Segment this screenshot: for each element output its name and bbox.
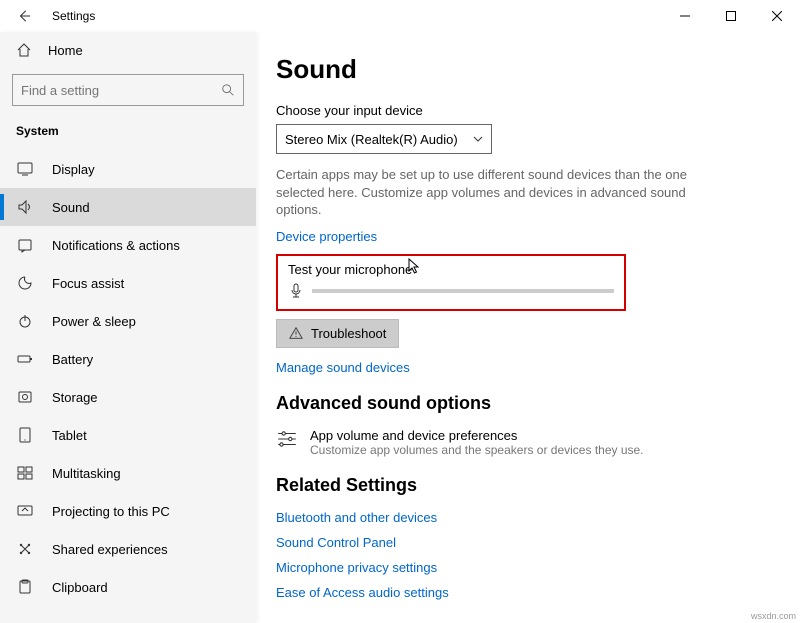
related-link-3[interactable]: Ease of Access audio settings xyxy=(276,585,780,600)
sidebar-item-label: Multitasking xyxy=(52,466,121,481)
search-box[interactable] xyxy=(12,74,244,106)
microphone-level-bar xyxy=(312,289,614,293)
sidebar-item-display[interactable]: Display xyxy=(0,150,256,188)
related-link-0[interactable]: Bluetooth and other devices xyxy=(276,510,780,525)
page-title: Sound xyxy=(276,54,780,85)
focus-icon xyxy=(16,274,34,292)
search-input[interactable] xyxy=(21,83,221,98)
sidebar-item-power[interactable]: Power & sleep xyxy=(0,302,256,340)
sidebar-home-label: Home xyxy=(48,43,83,58)
multi-icon xyxy=(16,464,34,482)
sidebar-item-focus[interactable]: Focus assist xyxy=(0,264,256,302)
related-link-1[interactable]: Sound Control Panel xyxy=(276,535,780,550)
sidebar-item-clipboard[interactable]: Clipboard xyxy=(0,568,256,606)
sidebar-item-label: Sound xyxy=(52,200,90,215)
sidebar-item-label: Shared experiences xyxy=(52,542,168,557)
sidebar-item-notifications[interactable]: Notifications & actions xyxy=(0,226,256,264)
search-icon xyxy=(221,83,235,97)
input-device-value: Stereo Mix (Realtek(R) Audio) xyxy=(285,132,458,147)
related-settings-title: Related Settings xyxy=(276,475,780,496)
close-button[interactable] xyxy=(754,0,800,32)
sidebar-item-multi[interactable]: Multitasking xyxy=(0,454,256,492)
sidebar-item-shared[interactable]: Shared experiences xyxy=(0,530,256,568)
sound-icon xyxy=(16,198,34,216)
test-microphone-label: Test your microphone xyxy=(288,262,614,277)
display-icon xyxy=(16,160,34,178)
sidebar-item-label: Focus assist xyxy=(52,276,124,291)
app-volume-sub: Customize app volumes and the speakers o… xyxy=(310,443,644,457)
advanced-options-title: Advanced sound options xyxy=(276,393,780,414)
input-device-label: Choose your input device xyxy=(276,103,780,118)
minimize-button[interactable] xyxy=(662,0,708,32)
sidebar-item-label: Clipboard xyxy=(52,580,108,595)
clipboard-icon xyxy=(16,578,34,596)
home-icon xyxy=(16,42,32,58)
battery-icon xyxy=(16,350,34,368)
sidebar-item-storage[interactable]: Storage xyxy=(0,378,256,416)
cursor-icon xyxy=(408,258,420,276)
sidebar-item-label: Projecting to this PC xyxy=(52,504,170,519)
sidebar-home[interactable]: Home xyxy=(0,32,256,68)
main-content: Sound Choose your input device Stereo Mi… xyxy=(256,32,800,623)
project-icon xyxy=(16,502,34,520)
input-device-select[interactable]: Stereo Mix (Realtek(R) Audio) xyxy=(276,124,492,154)
input-device-desc: Certain apps may be set up to use differ… xyxy=(276,166,706,219)
sidebar-item-label: Storage xyxy=(52,390,98,405)
sidebar-item-battery[interactable]: Battery xyxy=(0,340,256,378)
troubleshoot-button[interactable]: Troubleshoot xyxy=(276,319,399,348)
sidebar-category: System xyxy=(0,120,256,150)
app-volume-item[interactable]: App volume and device preferences Custom… xyxy=(276,428,780,457)
sidebar-item-label: Display xyxy=(52,162,95,177)
sidebar-item-label: Battery xyxy=(52,352,93,367)
chevron-down-icon xyxy=(473,134,483,144)
warning-icon xyxy=(289,326,303,340)
related-link-2[interactable]: Microphone privacy settings xyxy=(276,560,780,575)
sidebar-item-tablet[interactable]: Tablet xyxy=(0,416,256,454)
sliders-icon xyxy=(276,428,298,450)
storage-icon xyxy=(16,388,34,406)
device-properties-link[interactable]: Device properties xyxy=(276,229,780,244)
sidebar-item-sound[interactable]: Sound xyxy=(0,188,256,226)
sidebar-item-label: Tablet xyxy=(52,428,87,443)
app-volume-title: App volume and device preferences xyxy=(310,428,644,443)
window-title: Settings xyxy=(52,9,95,23)
sidebar-item-project[interactable]: Projecting to this PC xyxy=(0,492,256,530)
sidebar-item-label: Power & sleep xyxy=(52,314,136,329)
sidebar: Home System Display Sound Notifications & … xyxy=(0,32,256,623)
tablet-icon xyxy=(16,426,34,444)
microphone-icon xyxy=(288,283,304,299)
notifications-icon xyxy=(16,236,34,254)
maximize-button[interactable] xyxy=(708,0,754,32)
back-button[interactable] xyxy=(14,9,34,23)
sidebar-item-label: Notifications & actions xyxy=(52,238,180,253)
troubleshoot-label: Troubleshoot xyxy=(311,326,386,341)
power-icon xyxy=(16,312,34,330)
watermark: wsxdn.com xyxy=(751,611,796,621)
test-microphone-section: Test your microphone xyxy=(276,254,626,311)
manage-sound-devices-link[interactable]: Manage sound devices xyxy=(276,360,780,375)
shared-icon xyxy=(16,540,34,558)
